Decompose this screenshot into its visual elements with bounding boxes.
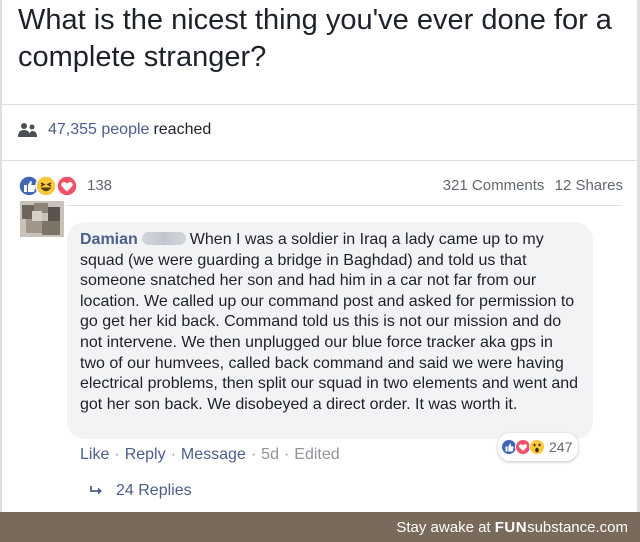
comment-text: When I was a soldier in Iraq a lady came… [80, 231, 579, 413]
reply-link[interactable]: Reply [125, 446, 166, 463]
comment-body: Damian When I was a soldier in Iraq a lad… [80, 230, 580, 415]
replies-count[interactable]: 24 Replies [116, 482, 192, 500]
separator: · [114, 446, 120, 463]
reach-label: reached [153, 121, 212, 138]
blurred-surname [141, 232, 186, 245]
watermark-prefix: Stay awake at [396, 519, 491, 536]
post-reaction-icons[interactable] [18, 175, 82, 197]
separator: · [283, 446, 290, 463]
engagement-stats: 321 Comments 12 Shares [437, 177, 623, 194]
watermark: Stay awake at FUNsubstance.com [396, 519, 628, 536]
comment-time[interactable]: 5d [261, 446, 279, 463]
divider-top [2, 104, 637, 105]
left-frame [0, 0, 2, 512]
comment-reactions[interactable]: 247 [498, 433, 579, 461]
reactions-row: 138 321 Comments 12 Shares [18, 175, 623, 197]
divider-mid [2, 160, 637, 161]
comment-author[interactable]: Damian [80, 231, 138, 248]
edited-label[interactable]: Edited [294, 446, 339, 463]
shares-count[interactable]: 12 Shares [555, 177, 623, 194]
view-replies[interactable]: 24 Replies [90, 482, 192, 500]
separator: · [250, 446, 257, 463]
watermark-brand-rest: substance [527, 519, 596, 536]
people-icon [18, 123, 37, 137]
reaction-count[interactable]: 138 [87, 177, 112, 194]
watermark-brand-bold: FUN [494, 519, 528, 536]
comment-actions: Like · Reply · Message · 5d · Edited [80, 446, 340, 464]
message-link[interactable]: Message [181, 446, 246, 463]
love-icon [56, 175, 78, 197]
separator: · [170, 446, 176, 463]
comment-reaction-count: 247 [549, 439, 573, 455]
wow-icon [529, 439, 545, 455]
reply-arrow-icon [90, 486, 102, 495]
haha-icon [35, 175, 57, 197]
divider-comments [18, 205, 622, 206]
avatar[interactable] [18, 199, 66, 239]
watermark-domain: .com [595, 519, 628, 536]
watermark-bar: Stay awake at FUNsubstance.com [0, 512, 640, 542]
reach-count[interactable]: 47,355 people [48, 121, 149, 139]
reach-stats[interactable]: 47,355 people reached [18, 121, 211, 139]
comments-count[interactable]: 321 Comments [443, 177, 545, 194]
like-link[interactable]: Like [80, 446, 109, 463]
post-title: What is the nicest thing you've ever don… [18, 4, 612, 73]
